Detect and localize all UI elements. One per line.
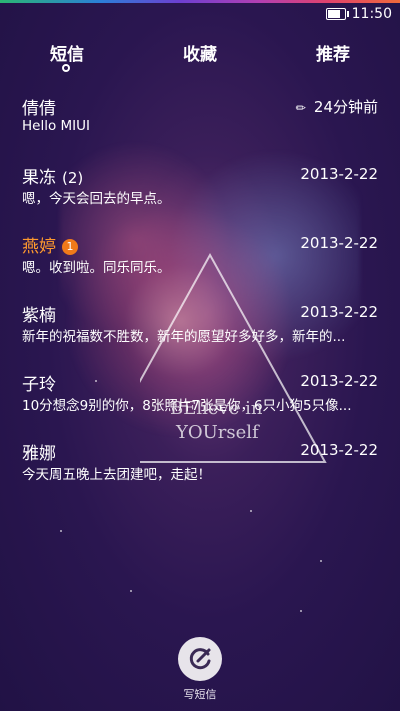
compose-button[interactable]: [178, 637, 222, 681]
conversation-item[interactable]: 子玲 2013-2-22 10分想念9别的你，8张照片7张是你，6只小狗5只像.…: [0, 362, 400, 431]
conversation-item[interactable]: 倩倩 ✎ 24分钟前 Hello MIUI: [0, 86, 400, 155]
tab-favorites[interactable]: 收藏: [155, 40, 245, 65]
conversation-item[interactable]: 燕婷 1 2013-2-22 嗯。收到啦。同乐同乐。: [0, 224, 400, 293]
tab-recommended-label: 推荐: [316, 45, 350, 65]
unread-badge: 1: [62, 239, 78, 255]
compose-icon: [189, 648, 211, 670]
conversation-item[interactable]: 果冻 (2) 2013-2-22 嗯，今天会回去的早点。: [0, 155, 400, 224]
status-time: 11:50: [351, 6, 392, 22]
conversation-item[interactable]: 紫楠 2013-2-22 新年的祝福数不胜数，新年的愿望好多好多，新年的...: [0, 293, 400, 362]
message-preview: Hello MIUI: [22, 118, 91, 134]
message-time: 2013-2-22: [300, 441, 378, 459]
message-time: 2013-2-22: [300, 372, 378, 390]
contact-name: 紫楠: [22, 306, 56, 326]
contact-name: 雅娜: [22, 444, 56, 464]
contact-name-text: 果冻: [22, 168, 56, 188]
tab-bar: 短信 收藏 推荐: [0, 40, 400, 76]
active-tab-indicator: [62, 64, 70, 72]
tab-sms-label: 短信: [50, 45, 84, 65]
message-preview: 嗯。收到啦。同乐同乐。: [22, 260, 171, 276]
message-preview: 今天周五晚上去团建吧，走起！: [22, 467, 211, 483]
message-list: 倩倩 ✎ 24分钟前 Hello MIUI 果冻 (2) 2013-2-22 嗯，今…: [0, 86, 400, 500]
battery-icon: [325, 8, 349, 20]
contact-name-text: 燕婷: [22, 237, 56, 257]
contact-name: 燕婷 1: [22, 232, 78, 257]
conversation-item[interactable]: 雅娜 2013-2-22 今天周五晚上去团建吧，走起！: [0, 431, 400, 500]
tab-favorites-label: 收藏: [183, 45, 217, 65]
top-color-bar: [0, 0, 400, 3]
tab-sms[interactable]: 短信: [22, 40, 112, 72]
message-time-text: 24分钟前: [313, 98, 378, 116]
contact-name: 倩倩: [22, 99, 56, 119]
message-time: 2013-2-22: [300, 234, 378, 252]
tab-recommended[interactable]: 推荐: [288, 40, 378, 65]
message-time: 2013-2-22: [300, 165, 378, 183]
draft-pencil-icon: ✎: [292, 99, 310, 117]
contact-name: 子玲: [22, 375, 56, 395]
message-time: 2013-2-22: [300, 303, 378, 321]
compose-label: 写短信: [183, 688, 217, 701]
message-time: ✎ 24分钟前: [292, 96, 378, 117]
unread-count: (2): [62, 169, 84, 187]
message-preview: 新年的祝福数不胜数，新年的愿望好多好多，新年的...: [22, 329, 346, 345]
contact-name: 果冻 (2): [22, 163, 83, 188]
message-preview: 嗯，今天会回去的早点。: [22, 191, 171, 207]
message-preview: 10分想念9别的你，8张照片7张是你，6只小狗5只像...: [22, 398, 352, 414]
status-bar: 11:50: [325, 6, 392, 22]
